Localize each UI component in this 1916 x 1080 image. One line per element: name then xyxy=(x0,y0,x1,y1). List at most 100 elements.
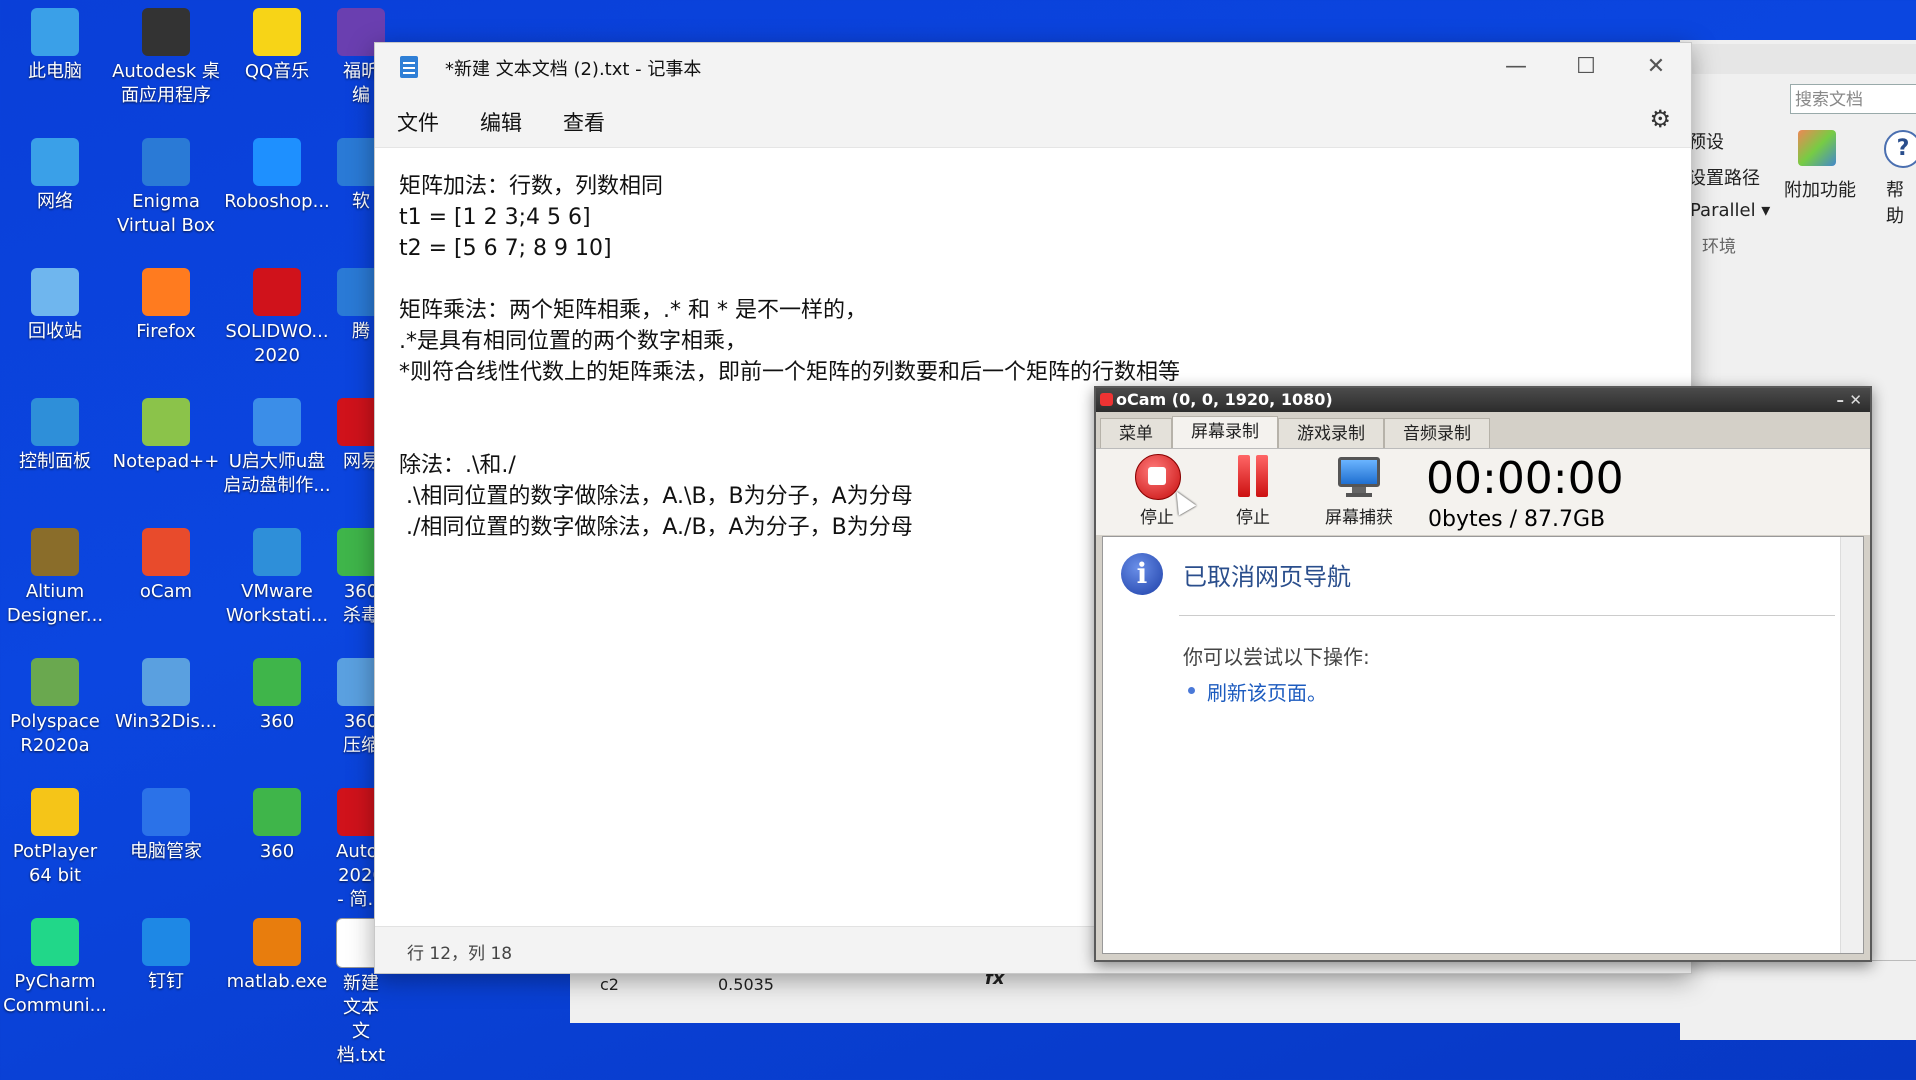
dingtalk-icon xyxy=(142,918,190,966)
desktop-item-label: Polyspace R2020a xyxy=(10,711,100,756)
desktop-item-label: 此电脑 xyxy=(28,61,82,82)
roboshop-icon xyxy=(253,138,301,186)
desktop-item-label: VMware Workstati... xyxy=(225,581,329,626)
qq-music-icon xyxy=(253,8,301,56)
this-pc-icon xyxy=(31,8,79,56)
desktop-item-network[interactable]: 网络 xyxy=(0,134,110,214)
desktop-item-360b[interactable]: 360 xyxy=(222,784,332,864)
pause-icon xyxy=(1230,453,1276,499)
desktop-item-vmware[interactable]: VMware Workstati... xyxy=(222,524,332,628)
stop-record-label: 停止 xyxy=(1140,508,1174,528)
desktop-item-qq-music[interactable]: QQ音乐 xyxy=(222,4,332,84)
notepad-title: *新建 文本文档 (2).txt - 记事本 xyxy=(445,59,702,80)
desktop-item-pycharm[interactable]: PyCharm Communi... xyxy=(0,914,110,1018)
monitor-icon xyxy=(1336,453,1382,499)
matlab-search-input[interactable]: 搜索文档 xyxy=(1790,84,1916,114)
desktop-item-win32disk[interactable]: Win32Dis... xyxy=(111,654,221,734)
desktop-item-potplayer[interactable]: PotPlayer 64 bit xyxy=(0,784,110,888)
tab-audio-record[interactable]: 音频录制 xyxy=(1384,418,1490,449)
desktop-item-matlab[interactable]: matlab.exe xyxy=(222,914,332,994)
text-line: t1 = [1 2 3;4 5 6] xyxy=(399,205,591,230)
desktop-item-label: PotPlayer 64 bit xyxy=(12,841,98,886)
desktop-item-control-panel[interactable]: 控制面板 xyxy=(0,394,110,474)
desktop-item-recycle-bin[interactable]: 回收站 xyxy=(0,264,110,344)
settings-gear-icon[interactable]: ⚙ xyxy=(1649,105,1671,133)
notepad-titlebar[interactable]: *新建 文本文档 (2).txt - 记事本 — ☐ ✕ xyxy=(375,43,1691,91)
desktop-item-label: U启大师u盘 启动盘制作... xyxy=(223,451,331,496)
desktop-item-pc-manager[interactable]: 电脑管家 xyxy=(111,784,221,864)
desktop-item-firefox[interactable]: Firefox xyxy=(111,264,221,344)
close-button[interactable]: ✕ xyxy=(1621,43,1691,91)
tab-screen-record[interactable]: 屏幕录制 xyxy=(1172,416,1278,449)
menu-file[interactable]: 文件 xyxy=(397,107,439,137)
desktop-item-label: 新建 文本文 档.txt xyxy=(336,973,386,1066)
desktop-item-label: Firefox xyxy=(136,321,196,342)
desktop-item-enigma[interactable]: Enigma Virtual Box xyxy=(111,134,221,238)
desktop-item-altium[interactable]: Altium Designer... xyxy=(0,524,110,628)
desktop-item-ocam[interactable]: oCam xyxy=(111,524,221,604)
matlab-addons[interactable]: 附加功能 xyxy=(1784,176,1856,202)
nav-cancelled-heading: 已取消网页导航 xyxy=(1183,563,1351,591)
text-line: *则符合线性代数上的矩阵乘法，即前一个矩阵的列数要和后一个矩阵的行数相等 xyxy=(399,360,1181,385)
network-icon xyxy=(31,138,79,186)
desktop-item-label: 钉钉 xyxy=(148,971,184,992)
desktop-item-label: 360 xyxy=(259,711,295,732)
matlab-preset[interactable]: 预设 xyxy=(1688,128,1724,154)
polyspace-icon xyxy=(31,658,79,706)
desktop-item-label: PyCharm Communi... xyxy=(3,971,107,1016)
menu-edit[interactable]: 编辑 xyxy=(480,107,522,137)
ocam-close-button[interactable]: ✕ xyxy=(1849,388,1862,412)
desktop-item-dingtalk[interactable]: 钉钉 xyxy=(111,914,221,994)
addons-icon[interactable] xyxy=(1798,130,1836,166)
firefox-icon xyxy=(142,268,190,316)
enigma-icon xyxy=(142,138,190,186)
ocam-minimize-button[interactable]: – xyxy=(1837,388,1845,412)
text-line: ./相同位置的数字做除法，A./B，A为分子，B为分母 xyxy=(399,515,913,540)
pause-button[interactable]: 停止 xyxy=(1208,453,1298,528)
stop-record-button[interactable]: 停止 xyxy=(1112,453,1202,528)
text-line: 矩阵加法：行数，列数相同 xyxy=(399,174,664,199)
menu-view[interactable]: 查看 xyxy=(563,107,605,137)
desktop-item-uqi[interactable]: U启大师u盘 启动盘制作... xyxy=(222,394,332,498)
record-size: 0bytes / 87.7GB xyxy=(1428,507,1606,532)
help-icon[interactable]: ? xyxy=(1884,130,1916,168)
desktop-item-label: Win32Dis... xyxy=(114,711,218,732)
refresh-link[interactable]: 刷新该页面。 xyxy=(1207,677,1327,706)
desktop-item-label: Notepad++ xyxy=(112,451,220,472)
ocam-titlebar[interactable]: oCam (0, 0, 1920, 1080) – ✕ xyxy=(1096,388,1870,412)
matlab-help[interactable]: 帮助 xyxy=(1886,176,1916,228)
desktop-item-autodesk[interactable]: Autodesk 桌 面应用程序 xyxy=(111,4,221,108)
matlab-parallel[interactable]: Parallel ▾ xyxy=(1690,200,1770,221)
text-line: 矩阵乘法：两个矩阵相乘，.* 和 * 是不一样的， xyxy=(399,298,867,323)
desktop-item-label: QQ音乐 xyxy=(244,61,310,82)
desktop-item-solidworks[interactable]: SOLIDWO... 2020 xyxy=(222,264,332,368)
desktop-item-roboshop[interactable]: Roboshop... xyxy=(222,134,332,214)
desktop-item-notepadpp[interactable]: Notepad++ xyxy=(111,394,221,474)
control-panel-icon xyxy=(31,398,79,446)
ocam-icon xyxy=(142,528,190,576)
suggestion-text: 你可以尝试以下操作: xyxy=(1183,645,1370,669)
desktop-item-label: oCam xyxy=(139,581,193,602)
tab-menu[interactable]: 菜单 xyxy=(1100,418,1172,449)
screen-capture-button[interactable]: 屏幕捕获 xyxy=(1314,453,1404,528)
desktop-item-label: Roboshop... xyxy=(224,191,330,212)
cursor-position: 行 12，列 18 xyxy=(407,944,513,964)
matlab-set-path[interactable]: 设置路径 xyxy=(1688,164,1760,190)
ws-variable[interactable]: c2 xyxy=(600,975,619,994)
divider xyxy=(1179,615,1835,616)
text-line: 除法：.\和./ xyxy=(399,453,516,478)
win32disk-icon xyxy=(142,658,190,706)
pc-manager-icon xyxy=(142,788,190,836)
tab-game-record[interactable]: 游戏录制 xyxy=(1278,418,1384,449)
desktop-item-label: Altium Designer... xyxy=(6,581,104,626)
ocam-window: oCam (0, 0, 1920, 1080) – ✕ 菜单 屏幕录制 游戏录制… xyxy=(1094,386,1872,962)
maximize-button[interactable]: ☐ xyxy=(1551,43,1621,91)
minimize-button[interactable]: — xyxy=(1481,43,1551,91)
pycharm-icon xyxy=(31,918,79,966)
desktop-item-label: Enigma Virtual Box xyxy=(117,191,215,236)
text-line: t2 = [5 6 7; 8 9 10] xyxy=(399,236,612,261)
desktop-item-polyspace[interactable]: Polyspace R2020a xyxy=(0,654,110,758)
desktop-item-this-pc[interactable]: 此电脑 xyxy=(0,4,110,84)
scrollbar[interactable] xyxy=(1840,537,1863,953)
desktop-item-360[interactable]: 360 xyxy=(222,654,332,734)
